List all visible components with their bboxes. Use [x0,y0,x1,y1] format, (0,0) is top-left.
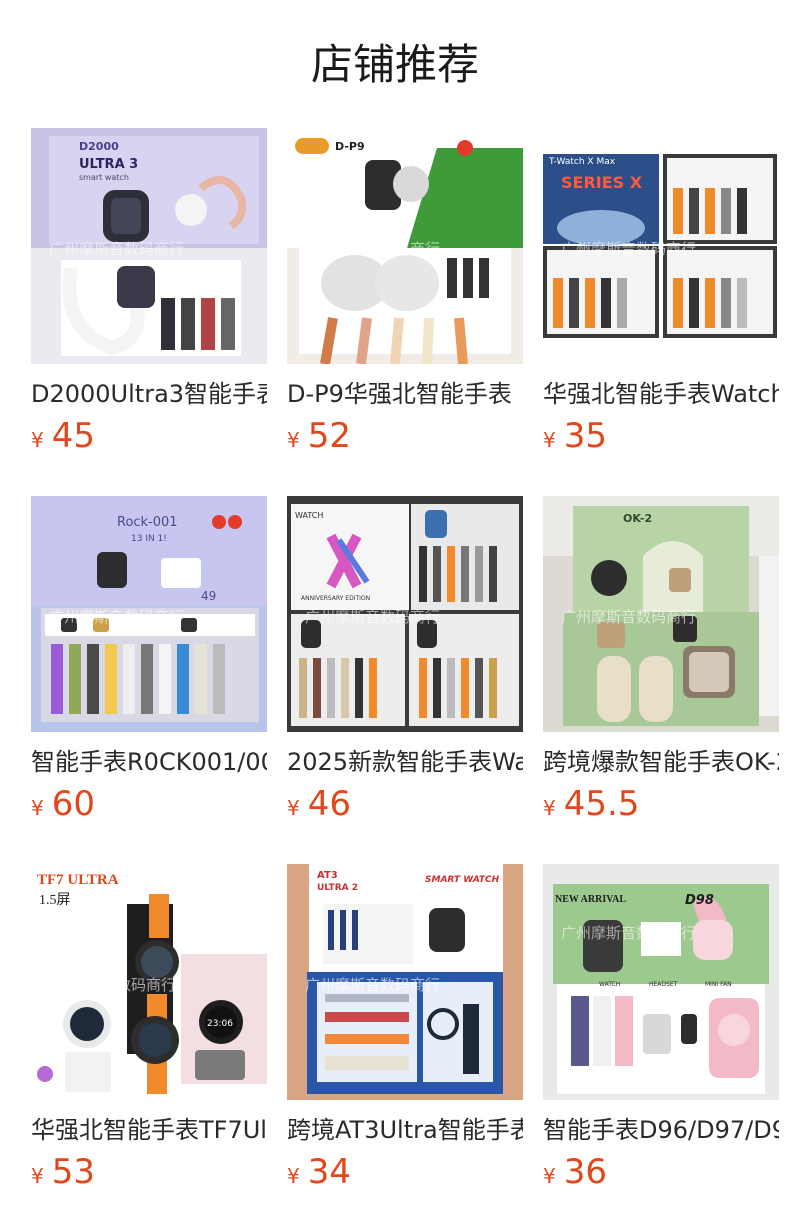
box-text: 1.5屏 [39,893,71,908]
currency-symbol: ¥ [31,428,44,452]
product-name[interactable]: 智能手表D96/D97/D98 [543,1112,779,1148]
product-name[interactable]: D-P9华强北智能手表 [287,376,523,412]
product-image[interactable]: NEW ARRIVAL D98 WATCH HEADSET MINI FAN 广… [543,864,779,1100]
product-price: ¥36 [543,1152,607,1192]
box-text: HEADSET [649,981,678,988]
price-value: 45 [51,416,95,456]
box-text: SERIES X [561,173,643,192]
product-card[interactable]: AT3 ULTRA 2 SMART WATCH 广州摩斯音数码商行 跨境AT3U… [287,864,523,1232]
box-text: 23:06 [207,1019,233,1029]
price-value: 45.5 [563,784,640,824]
smartwatch-anniversary-box-icon: WATCH ANNIVERSARY EDITION 广州摩斯音数码商行 [287,496,523,732]
page: 店铺推荐 D2000 ULTRA 3 smart watch 广州摩斯音数码商行… [0,0,790,1232]
product-image[interactable]: Rock-001 13 IN 1! 49 广州摩斯音数码商行 [31,496,267,732]
product-price: ¥52 [287,416,351,456]
smartwatch-speaker-box-icon: OK-2 广州摩斯音数码商行 [543,496,779,732]
price-value: 60 [51,784,95,824]
box-text: SMART WATCH [425,875,500,885]
watermark-text: 广州摩斯音数码商行 [41,976,176,994]
smartwatch-fan-gift-box-icon: NEW ARRIVAL D98 WATCH HEADSET MINI FAN 广… [543,864,779,1100]
currency-symbol: ¥ [31,1164,44,1188]
product-image[interactable]: T-Watch X Max SERIES X 广州摩斯音数码商行 [543,128,779,364]
watermark-text: 广州摩斯音数码商行 [49,608,184,626]
currency-symbol: ¥ [287,796,300,820]
currency-symbol: ¥ [543,796,556,820]
box-text: smart watch [79,173,129,182]
price-value: 46 [307,784,351,824]
product-card[interactable]: OK-2 广州摩斯音数码商行 跨境爆款智能手表OK-2 ¥45.5 [543,496,779,864]
product-card[interactable]: TF7 ULTRA 1.5屏 23:06 广州摩斯音数码商行 华强北智能手表TF… [31,864,267,1232]
watermark-text: 广州摩斯音数码商行 [305,240,440,258]
product-card[interactable]: T-Watch X Max SERIES X 广州摩斯音数码商行 华强北智能手表… [543,128,779,496]
smartwatch-gift-box-icon: D2000 ULTRA 3 smart watch 广州摩斯音数码商行 [31,128,267,364]
price-value: 52 [307,416,351,456]
product-price: ¥60 [31,784,95,824]
product-price: ¥53 [31,1152,95,1192]
box-text: NEW ARRIVAL [555,894,626,905]
watermark-text: 广州摩斯音数码商行 [305,608,440,626]
box-text: WATCH [599,981,620,988]
box-text: D98 [685,893,714,908]
product-card[interactable]: WATCH ANNIVERSARY EDITION 广州摩斯音数码商行 2025… [287,496,523,864]
product-image[interactable]: D-P9 广州摩斯音数码商行 [287,128,523,364]
smartwatch-headphones-gift-box-icon: D-P9 广州摩斯音数码商行 [287,128,523,364]
box-text: ULTRA 2 [317,883,358,893]
box-text: 13 IN 1! [131,534,167,544]
box-text: ULTRA 3 [79,157,138,172]
box-text: MINI FAN [705,981,732,988]
product-grid: D2000 ULTRA 3 smart watch 广州摩斯音数码商行 D200… [31,128,790,1232]
product-card[interactable]: Rock-001 13 IN 1! 49 广州摩斯音数码商行 智能手表R0CK0… [31,496,267,864]
box-text: T-Watch X Max [548,157,616,167]
smartwatch-strap-set-icon: T-Watch X Max SERIES X 广州摩斯音数码商行 [543,128,779,364]
smartwatch-rainbow-strap-box-icon: Rock-001 13 IN 1! 49 广州摩斯音数码商行 [31,496,267,732]
watermark-text: 广州摩斯音数码商行 [561,608,696,626]
page-title: 店铺推荐 [310,40,479,89]
product-image[interactable]: WATCH ANNIVERSARY EDITION 广州摩斯音数码商行 [287,496,523,732]
product-price: ¥35 [543,416,607,456]
price-value: 36 [563,1152,607,1192]
product-price: ¥45 [31,416,95,456]
product-price: ¥46 [287,784,351,824]
product-card[interactable]: D-P9 广州摩斯音数码商行 D-P9华强北智能手表 ¥52 [287,128,523,496]
box-text: ANNIVERSARY EDITION [301,595,370,602]
currency-symbol: ¥ [287,1164,300,1188]
price-value: 35 [563,416,607,456]
box-text: TF7 ULTRA [37,872,119,888]
product-name[interactable]: 华强北智能手表Watch [543,376,779,412]
product-card[interactable]: NEW ARRIVAL D98 WATCH HEADSET MINI FAN 广… [543,864,779,1232]
watermark-text: 广州摩斯音数码商行 [561,924,696,942]
product-name[interactable]: 跨境AT3Ultra智能手表 [287,1112,523,1148]
currency-symbol: ¥ [287,428,300,452]
watermark-text: 广州摩斯音数码商行 [49,240,184,258]
smartwatch-blue-gift-box-icon: AT3 ULTRA 2 SMART WATCH 广州摩斯音数码商行 [287,864,523,1100]
watermark-text: 广州摩斯音数码商行 [305,976,440,994]
product-name[interactable]: 华强北智能手表TF7Ultra [31,1112,267,1148]
price-value: 53 [51,1152,95,1192]
product-name[interactable]: D2000Ultra3智能手表 [31,376,267,412]
watermark-text: 广州摩斯音数码商行 [561,240,696,258]
box-text: D2000 [79,140,119,153]
box-text: D-P9 [335,140,365,153]
box-text: AT3 [317,870,338,881]
product-name[interactable]: 智能手表R0CK001/001 [31,744,267,780]
product-name[interactable]: 跨境爆款智能手表OK-2 [543,744,779,780]
box-text: 49 [201,589,216,603]
currency-symbol: ¥ [543,1164,556,1188]
box-text: Rock-001 [117,515,178,530]
price-value: 34 [307,1152,351,1192]
product-image[interactable]: AT3 ULTRA 2 SMART WATCH 广州摩斯音数码商行 [287,864,523,1100]
currency-symbol: ¥ [543,428,556,452]
smartwatch-display-stand-icon: TF7 ULTRA 1.5屏 23:06 广州摩斯音数码商行 [31,864,267,1100]
product-image[interactable]: OK-2 广州摩斯音数码商行 [543,496,779,732]
product-name[interactable]: 2025新款智能手表Watch [287,744,523,780]
product-image[interactable]: TF7 ULTRA 1.5屏 23:06 广州摩斯音数码商行 [31,864,267,1100]
currency-symbol: ¥ [31,796,44,820]
product-card[interactable]: D2000 ULTRA 3 smart watch 广州摩斯音数码商行 D200… [31,128,267,496]
product-image[interactable]: D2000 ULTRA 3 smart watch 广州摩斯音数码商行 [31,128,267,364]
box-text: WATCH [295,511,323,520]
box-text: OK-2 [623,512,652,525]
product-price: ¥34 [287,1152,351,1192]
product-price: ¥45.5 [543,784,639,824]
